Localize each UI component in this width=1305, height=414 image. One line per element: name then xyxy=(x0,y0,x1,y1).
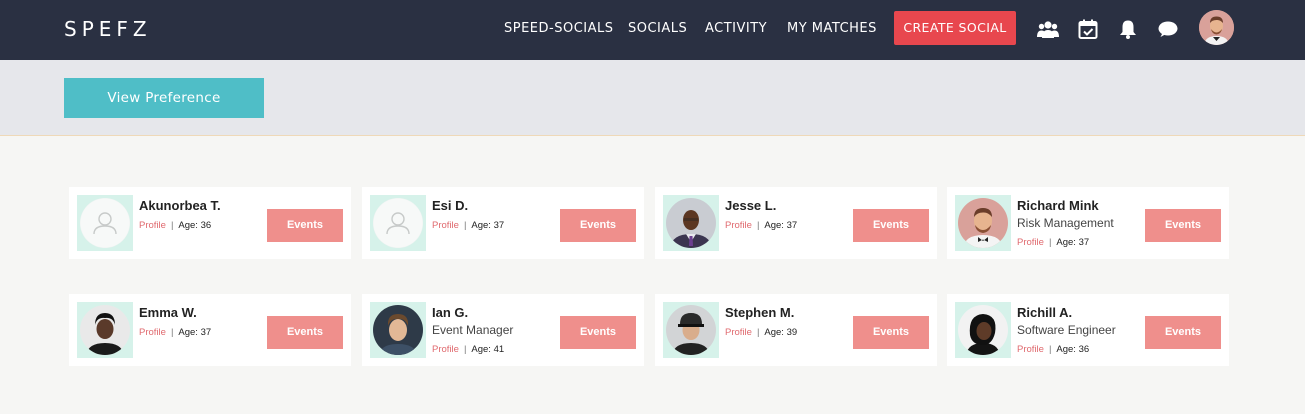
member-age: Age: 41 xyxy=(471,344,505,355)
member-card: Akunorbea T. Profile | Age: 36 Events xyxy=(69,187,351,259)
member-photo xyxy=(958,305,1008,355)
user-placeholder-icon xyxy=(80,198,130,248)
member-name: Stephen M. xyxy=(725,305,795,320)
member-age: Age: 36 xyxy=(178,220,212,231)
member-meta: Profile | Age: 39 xyxy=(725,327,798,338)
member-name: Ian G. xyxy=(432,305,469,320)
member-meta: Profile | Age: 36 xyxy=(1017,344,1090,355)
profile-link[interactable]: Profile xyxy=(725,220,752,231)
member-avatar[interactable] xyxy=(955,195,1011,251)
member-photo xyxy=(80,305,130,355)
nav-my-matches[interactable]: MY MATCHES xyxy=(787,21,877,36)
events-button[interactable]: Events xyxy=(267,316,343,349)
member-card: Esi D. Profile | Age: 37 Events xyxy=(362,187,644,259)
calendar-icon[interactable] xyxy=(1077,18,1099,40)
member-meta: Profile | Age: 41 xyxy=(432,344,505,355)
profile-link[interactable]: Profile xyxy=(139,327,166,338)
events-button[interactable]: Events xyxy=(1145,209,1221,242)
member-title: Event Manager xyxy=(432,323,514,337)
member-meta: Profile | Age: 37 xyxy=(139,327,212,338)
member-meta: Profile | Age: 37 xyxy=(432,220,505,231)
user-placeholder-icon xyxy=(373,198,423,248)
member-age: Age: 37 xyxy=(178,327,212,338)
profile-link[interactable]: Profile xyxy=(725,327,752,338)
brand-logo[interactable]: SPEFZ xyxy=(64,17,152,41)
member-title: Risk Management xyxy=(1017,216,1114,230)
member-name: Richard Mink xyxy=(1017,198,1099,213)
chat-icon[interactable] xyxy=(1157,18,1179,40)
events-button[interactable]: Events xyxy=(853,316,929,349)
member-meta: Profile | Age: 37 xyxy=(1017,237,1090,248)
member-name: Richill A. xyxy=(1017,305,1073,320)
member-age: Age: 36 xyxy=(1056,344,1090,355)
events-button[interactable]: Events xyxy=(560,209,636,242)
view-preference-button[interactable]: View Preference xyxy=(64,78,264,118)
member-meta: Profile | Age: 37 xyxy=(725,220,798,231)
profile-link[interactable]: Profile xyxy=(432,344,459,355)
member-avatar[interactable] xyxy=(77,195,133,251)
top-navbar: SPEFZ SPEED-SOCIALS SOCIALS ACTIVITY MY … xyxy=(0,0,1305,60)
groups-icon[interactable] xyxy=(1037,18,1059,40)
profile-link[interactable]: Profile xyxy=(139,220,166,231)
member-age: Age: 37 xyxy=(1056,237,1090,248)
preference-bar: View Preference xyxy=(0,60,1305,136)
member-card: Ian G. Event Manager Profile | Age: 41 Eve… xyxy=(362,294,644,366)
events-button[interactable]: Events xyxy=(267,209,343,242)
nav-speed-socials[interactable]: SPEED-SOCIALS xyxy=(504,21,614,36)
member-photo xyxy=(666,305,716,355)
profile-link[interactable]: Profile xyxy=(432,220,459,231)
member-card: Emma W. Profile | Age: 37 Events xyxy=(69,294,351,366)
member-photo xyxy=(958,198,1008,248)
member-name: Akunorbea T. xyxy=(139,198,221,213)
member-name: Jesse L. xyxy=(725,198,777,213)
user-avatar[interactable] xyxy=(1199,10,1234,45)
member-card: Jesse L. Profile | Age: 37 Events xyxy=(655,187,937,259)
member-card: Stephen M. Profile | Age: 39 Events xyxy=(655,294,937,366)
member-avatar[interactable] xyxy=(663,195,719,251)
events-button[interactable]: Events xyxy=(1145,316,1221,349)
member-photo xyxy=(373,305,423,355)
nav-socials[interactable]: SOCIALS xyxy=(628,21,687,36)
member-age: Age: 37 xyxy=(471,220,505,231)
member-name: Esi D. xyxy=(432,198,469,213)
member-title: Software Engineer xyxy=(1017,323,1116,337)
bell-icon[interactable] xyxy=(1117,18,1139,40)
nav-activity[interactable]: ACTIVITY xyxy=(705,21,767,36)
member-photo xyxy=(666,198,716,248)
member-card: Richard Mink Risk Management Profile | Age… xyxy=(947,187,1229,259)
member-avatar[interactable] xyxy=(663,302,719,358)
profile-link[interactable]: Profile xyxy=(1017,237,1044,248)
member-name: Emma W. xyxy=(139,305,197,320)
member-avatar[interactable] xyxy=(77,302,133,358)
member-age: Age: 37 xyxy=(764,220,798,231)
member-card: Richill A. Software Engineer Profile | Age… xyxy=(947,294,1229,366)
member-meta: Profile | Age: 36 xyxy=(139,220,212,231)
events-button[interactable]: Events xyxy=(853,209,929,242)
create-social-button[interactable]: CREATE SOCIAL xyxy=(894,11,1016,45)
member-age: Age: 39 xyxy=(764,327,798,338)
member-avatar[interactable] xyxy=(955,302,1011,358)
member-avatar[interactable] xyxy=(370,195,426,251)
profile-link[interactable]: Profile xyxy=(1017,344,1044,355)
member-avatar[interactable] xyxy=(370,302,426,358)
events-button[interactable]: Events xyxy=(560,316,636,349)
